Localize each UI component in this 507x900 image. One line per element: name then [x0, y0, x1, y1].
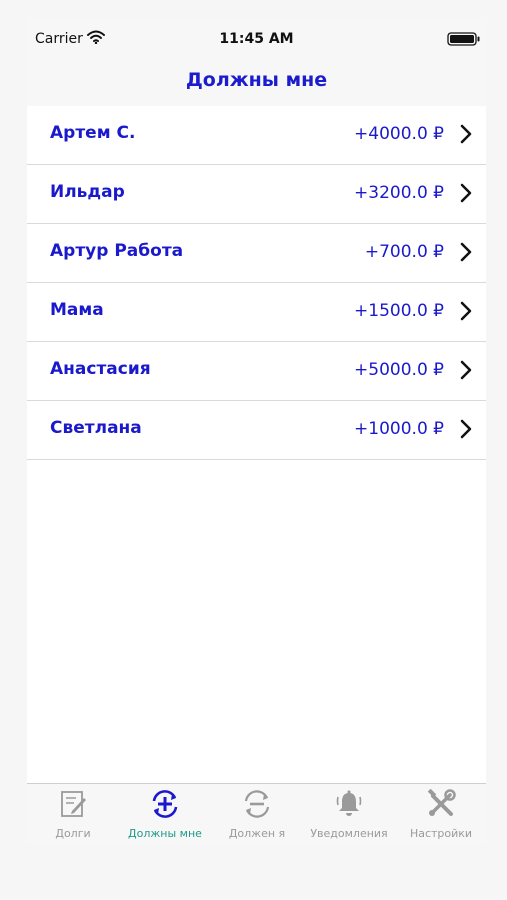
tools-icon — [427, 789, 456, 816]
debt-row[interactable]: Ильдар +3200.0 ₽ — [27, 165, 486, 224]
debt-row[interactable]: Артур Работа +700.0 ₽ — [27, 224, 486, 283]
debt-amount: +1500.0 ₽ — [354, 301, 444, 321]
status-time: 11:45 AM — [219, 31, 294, 47]
chevron-right-icon — [460, 301, 472, 321]
debt-amount: +1000.0 ₽ — [354, 419, 444, 439]
chevron-right-icon — [460, 360, 472, 380]
tab-bar: Долги Должны мне Должен я Уведомления На… — [27, 783, 486, 844]
page-title: Должны мне — [185, 69, 328, 91]
tab-settings[interactable]: Настройки — [395, 784, 486, 844]
tab-owed-to-me[interactable]: Должны мне — [119, 784, 211, 844]
debt-amount: +5000.0 ₽ — [354, 360, 444, 380]
tab-label: Должны мне — [128, 827, 202, 840]
tab-label: Настройки — [409, 827, 473, 840]
debt-row[interactable]: Артем С. +4000.0 ₽ — [27, 106, 486, 165]
tab-label: Уведомления — [310, 827, 388, 840]
chevron-right-icon — [460, 242, 472, 262]
bell-icon — [336, 790, 362, 816]
debtor-name: Мама — [50, 300, 104, 320]
debt-row[interactable]: Светлана +1000.0 ₽ — [27, 401, 486, 460]
chevron-right-icon — [460, 183, 472, 203]
tab-i-owe[interactable]: Должен я — [211, 784, 303, 844]
debts-list: Артем С. +4000.0 ₽ Ильдар +3200.0 ₽ Арту… — [27, 106, 486, 460]
tab-label: Долги — [55, 827, 91, 840]
tab-notifications[interactable]: Уведомления — [303, 784, 395, 844]
debtor-name: Артур Работа — [50, 241, 184, 261]
notebook-pencil-icon — [61, 791, 86, 817]
debt-row[interactable]: Мама +1500.0 ₽ — [27, 283, 486, 342]
chevron-right-icon — [460, 419, 472, 439]
status-bar: Carrier 11:45 AM — [27, 18, 486, 62]
debt-amount: +700.0 ₽ — [364, 242, 444, 262]
debt-amount: +3200.0 ₽ — [354, 183, 444, 203]
debtor-name: Ильдар — [50, 182, 125, 202]
app-screen: Carrier 11:45 AM Должны мне Артем С. +40… — [27, 18, 486, 844]
debtor-name: Светлана — [50, 418, 142, 438]
debt-row[interactable]: Анастасия +5000.0 ₽ — [27, 342, 486, 401]
chevron-right-icon — [460, 124, 472, 144]
plus-cycle-icon — [152, 790, 178, 818]
minus-cycle-icon — [244, 790, 270, 818]
debtor-name: Анастасия — [50, 359, 151, 379]
debt-amount: +4000.0 ₽ — [354, 124, 444, 144]
tab-debts[interactable]: Долги — [27, 784, 119, 844]
tab-label: Должен я — [228, 827, 286, 840]
navigation-bar: Должны мне — [27, 62, 486, 107]
debtor-name: Артем С. — [50, 123, 136, 143]
battery-icon — [447, 32, 480, 46]
